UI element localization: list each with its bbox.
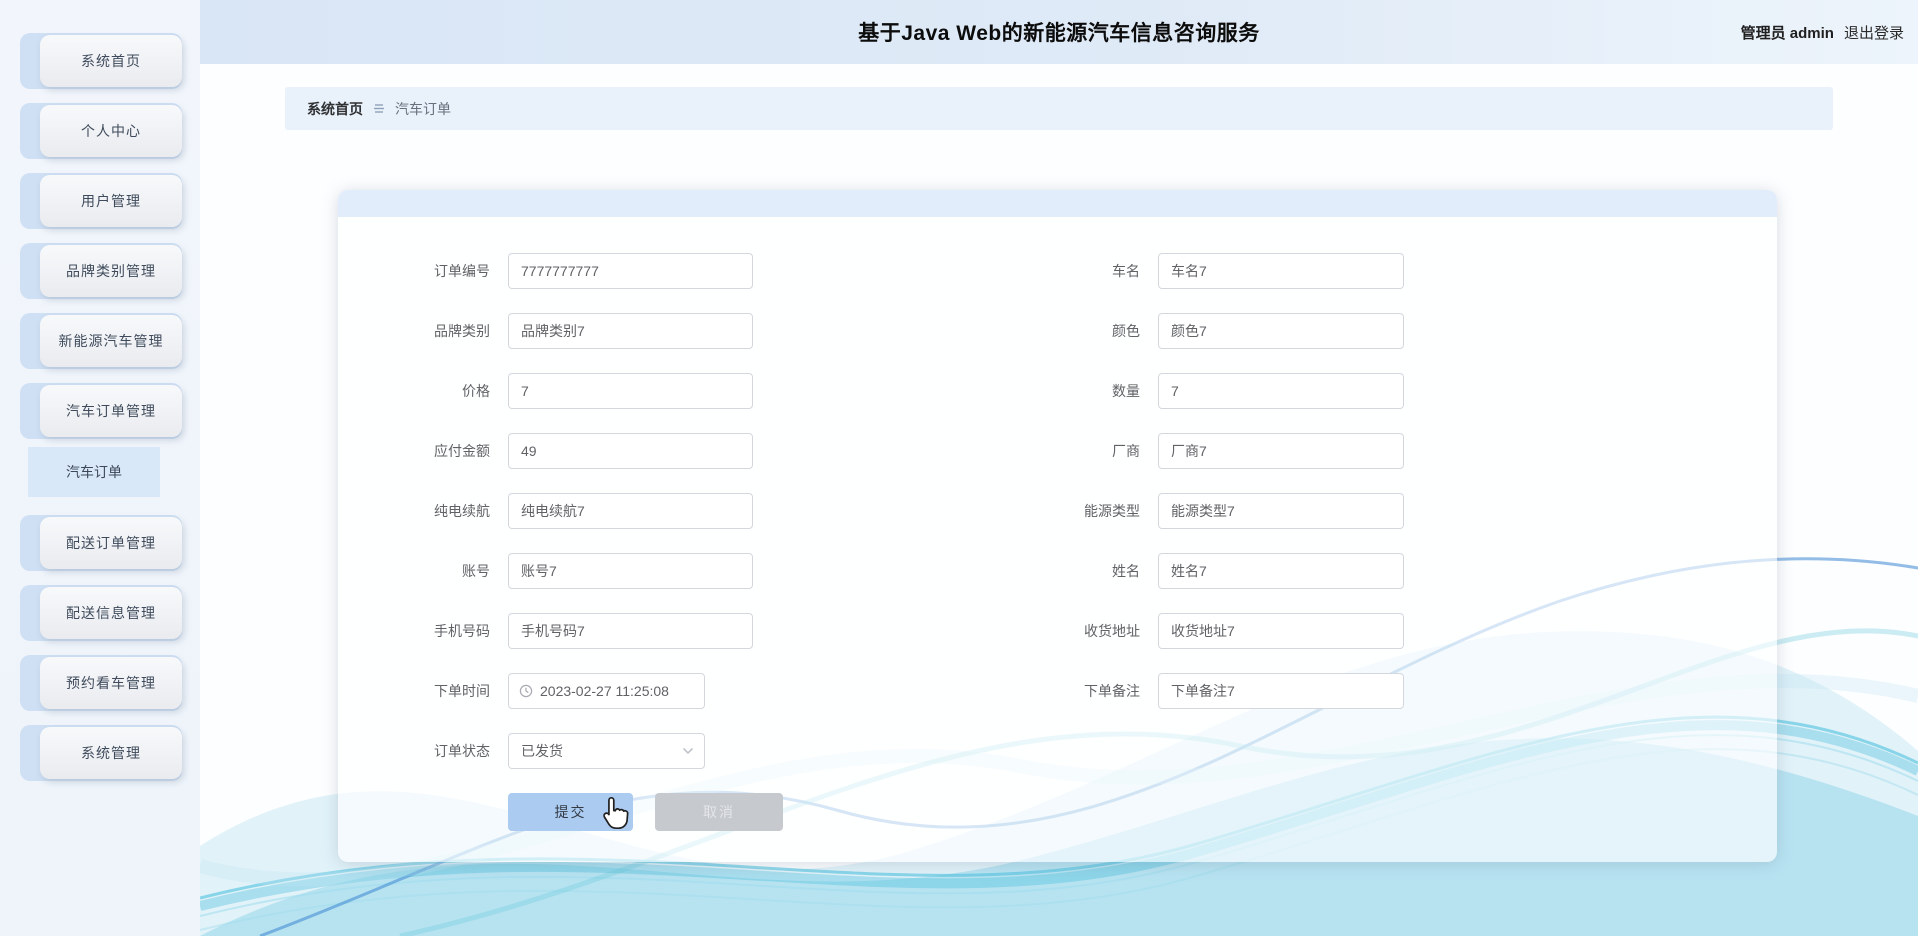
sidebar-item-label: 个人中心 (40, 105, 182, 157)
price-input[interactable] (508, 373, 753, 409)
sidebar-item-user-management[interactable]: 用户管理 (20, 173, 182, 229)
sidebar-item-label: 品牌类别管理 (40, 245, 182, 297)
field-label: 能源类型 (1084, 503, 1140, 519)
sidebar-item-delivery-info-management[interactable]: 配送信息管理 (20, 585, 182, 641)
sidebar-item-nev-management[interactable]: 新能源汽车管理 (20, 313, 182, 369)
field-label: 账号 (462, 563, 490, 579)
field-label: 订单编号 (434, 263, 490, 279)
sidebar-menu: 系统首页 个人中心 用户管理 品牌类别管理 新能源汽车管理 汽车订单管理 汽车订… (0, 0, 200, 781)
menu-lines-icon (373, 103, 385, 114)
field-label: 姓名 (1112, 563, 1140, 579)
sidebar-item-car-order-management[interactable]: 汽车订单管理 (20, 383, 182, 439)
user-name: admin (1789, 24, 1834, 42)
form-row-manufacturer: 厂商 (1006, 433, 1404, 469)
field-label: 下单时间 (434, 683, 490, 699)
chevron-down-icon (682, 747, 694, 755)
form-row-amount-due: 应付金额 (356, 433, 783, 469)
form-row-energy-type: 能源类型 (1006, 493, 1404, 529)
field-label: 品牌类别 (434, 323, 490, 339)
color-input[interactable] (1158, 313, 1404, 349)
user-role: 管理员 (1740, 24, 1786, 42)
sidebar-item-label: 配送信息管理 (40, 587, 182, 639)
sidebar-subitem-label: 汽车订单 (66, 464, 122, 480)
field-label: 价格 (462, 383, 490, 399)
field-label: 纯电续航 (434, 503, 490, 519)
sidebar-item-brand-category-management[interactable]: 品牌类别管理 (20, 243, 182, 299)
cancel-button[interactable]: 取消 (655, 793, 783, 831)
form-row-brand-category: 品牌类别 (356, 313, 783, 349)
form-right-column: 车名 颜色 数量 厂商 能源类型 姓名 (1006, 253, 1404, 733)
order-status-value: 已发货 (521, 743, 563, 759)
form-row-order-number: 订单编号 (356, 253, 783, 289)
header-user-area: 管理员 admin 退出登录 (1741, 0, 1904, 64)
main-content: 系统首页 汽车订单 订单编号 品牌类别 价格 应付金额 (200, 64, 1918, 936)
shipping-address-input[interactable] (1158, 613, 1404, 649)
brand-category-input[interactable] (508, 313, 753, 349)
electric-range-input[interactable] (508, 493, 753, 529)
sidebar-item-delivery-order-management[interactable]: 配送订单管理 (20, 515, 182, 571)
clock-icon (519, 684, 533, 698)
form-row-account: 账号 (356, 553, 783, 589)
logout-link[interactable]: 退出登录 (1844, 22, 1904, 43)
order-time-value: 2023-02-27 11:25:08 (540, 683, 669, 699)
breadcrumb-home-link[interactable]: 系统首页 (307, 99, 363, 119)
field-label: 厂商 (1112, 443, 1140, 459)
amount-due-input[interactable] (508, 433, 753, 469)
form-row-shipping-address: 收货地址 (1006, 613, 1404, 649)
form-row-order-remark: 下单备注 (1006, 673, 1404, 709)
field-label: 订单状态 (434, 743, 490, 759)
sidebar-item-label: 配送订单管理 (40, 517, 182, 569)
field-label: 数量 (1112, 383, 1140, 399)
page-title: 基于Java Web的新能源汽车信息咨询服务 (858, 22, 1260, 45)
sidebar-item-label: 汽车订单管理 (40, 385, 182, 437)
field-label: 应付金额 (434, 443, 490, 459)
order-remark-input[interactable] (1158, 673, 1404, 709)
form-row-price: 价格 (356, 373, 783, 409)
order-form-card: 订单编号 品牌类别 价格 应付金额 纯电续航 账号 (338, 190, 1777, 862)
form-row-color: 颜色 (1006, 313, 1404, 349)
sidebar-item-home[interactable]: 系统首页 (20, 33, 182, 89)
field-label: 颜色 (1112, 323, 1140, 339)
car-name-input[interactable] (1158, 253, 1404, 289)
name-input[interactable] (1158, 553, 1404, 589)
sidebar-item-system-management[interactable]: 系统管理 (20, 725, 182, 781)
manufacturer-input[interactable] (1158, 433, 1404, 469)
form-row-car-name: 车名 (1006, 253, 1404, 289)
user-identity: 管理员 admin (1741, 22, 1834, 43)
field-label: 收货地址 (1084, 623, 1140, 639)
form-row-quantity: 数量 (1006, 373, 1404, 409)
field-label: 下单备注 (1084, 683, 1140, 699)
order-status-select[interactable]: 已发货 (508, 733, 705, 769)
sidebar-item-label: 系统管理 (40, 727, 182, 779)
sidebar-subitem-car-order-active[interactable]: 汽车订单 (28, 447, 160, 497)
form-row-name: 姓名 (1006, 553, 1404, 589)
form-row-order-status: 订单状态 已发货 (356, 733, 783, 769)
card-header-strip (338, 190, 1777, 217)
sidebar-item-label: 预约看车管理 (40, 657, 182, 709)
field-label: 手机号码 (434, 623, 490, 639)
submit-button[interactable]: 提交 (508, 793, 633, 831)
header: 基于Java Web的新能源汽车信息咨询服务 管理员 admin 退出登录 (200, 0, 1918, 64)
field-label: 车名 (1112, 263, 1140, 279)
sidebar-item-appointment-viewing-management[interactable]: 预约看车管理 (20, 655, 182, 711)
sidebar-item-label: 新能源汽车管理 (40, 315, 182, 367)
order-time-picker[interactable]: 2023-02-27 11:25:08 (508, 673, 705, 709)
form-row-order-time: 下单时间 2023-02-27 11:25:08 (356, 673, 783, 709)
phone-input[interactable] (508, 613, 753, 649)
sidebar-item-label: 系统首页 (40, 35, 182, 87)
account-input[interactable] (508, 553, 753, 589)
sidebar-item-label: 用户管理 (40, 175, 182, 227)
order-number-input[interactable] (508, 253, 753, 289)
breadcrumb-current: 汽车订单 (395, 100, 451, 117)
form-left-column: 订单编号 品牌类别 价格 应付金额 纯电续航 账号 (356, 253, 783, 831)
form-row-electric-range: 纯电续航 (356, 493, 783, 529)
breadcrumb: 系统首页 汽车订单 (285, 87, 1833, 130)
quantity-input[interactable] (1158, 373, 1404, 409)
form-actions: 提交 取消 (356, 793, 783, 831)
form-row-phone: 手机号码 (356, 613, 783, 649)
sidebar-item-personal-center[interactable]: 个人中心 (20, 103, 182, 159)
energy-type-input[interactable] (1158, 493, 1404, 529)
sidebar: 系统首页 个人中心 用户管理 品牌类别管理 新能源汽车管理 汽车订单管理 汽车订… (0, 0, 200, 936)
